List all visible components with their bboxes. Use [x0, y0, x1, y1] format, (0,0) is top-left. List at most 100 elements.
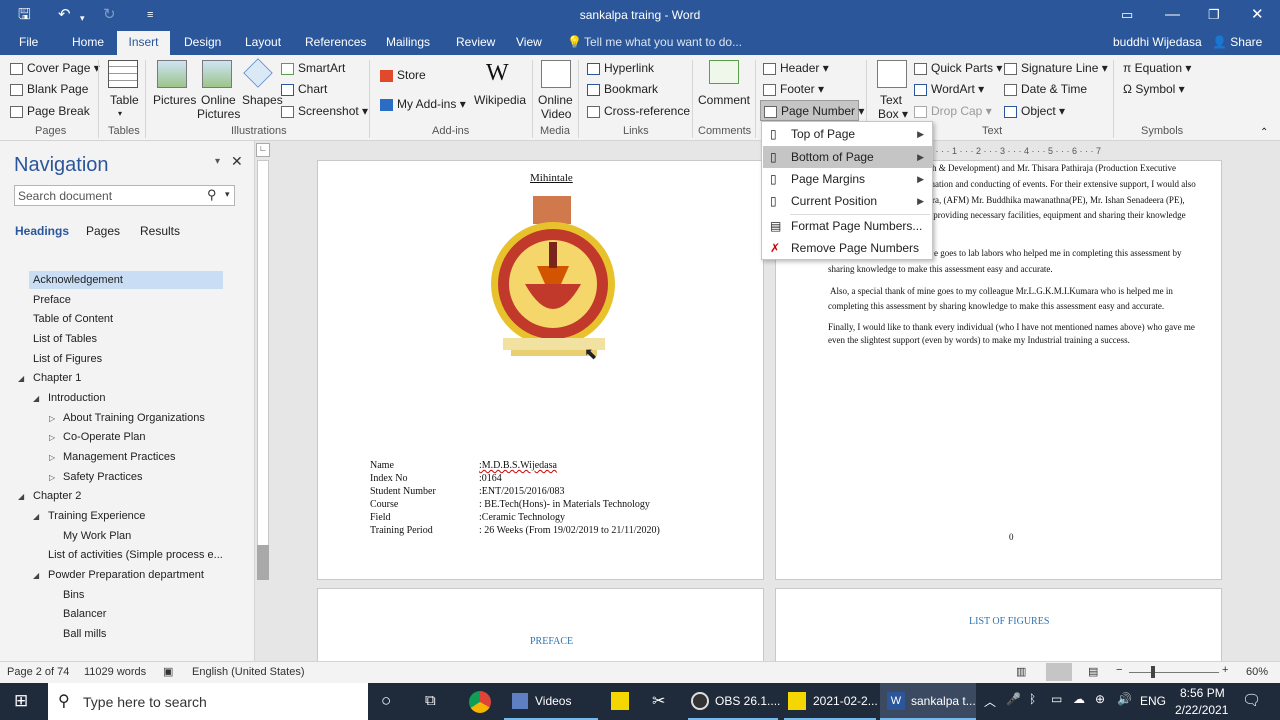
- tab-layout[interactable]: Layout: [245, 35, 281, 49]
- tab-selector-icon[interactable]: ∟: [256, 143, 270, 157]
- nav-heading-list-of-tables[interactable]: List of Tables: [33, 333, 97, 345]
- online-pictures-button[interactable]: Online: [201, 93, 236, 107]
- minimize-icon[interactable]: —: [1165, 5, 1180, 25]
- zoom-slider-thumb[interactable]: [1151, 666, 1155, 678]
- wikipedia-button[interactable]: Wikipedia: [474, 93, 526, 107]
- menu-item-format-page-numbers[interactable]: ▤ Format Page Numbers...: [763, 215, 932, 237]
- network-icon[interactable]: ⊕: [1095, 692, 1105, 706]
- page-break-button[interactable]: Page Break: [10, 104, 90, 118]
- show-hidden-icons[interactable]: ︿: [984, 693, 996, 710]
- onedrive-icon[interactable]: ☁: [1073, 692, 1085, 706]
- cortana-icon[interactable]: ○: [381, 691, 391, 711]
- menu-item-top-of-page[interactable]: ▯ Top of Page ▶: [763, 123, 932, 145]
- search-icon[interactable]: ⚲: [207, 187, 217, 203]
- bookmark-button[interactable]: Bookmark: [587, 82, 658, 96]
- nav-heading-about-training-organizations[interactable]: About Training Organizations: [63, 412, 205, 424]
- menu-item-bottom-of-page[interactable]: ▯ Bottom of Page ▶: [763, 146, 932, 168]
- language-status[interactable]: English (United States): [192, 666, 305, 678]
- taskbar-app-word[interactable]: W sankalpa t...: [880, 683, 976, 720]
- read-mode-icon[interactable]: ▥: [1016, 665, 1026, 678]
- hyperlink-button[interactable]: Hyperlink: [587, 61, 654, 75]
- expand-arrow-icon[interactable]: ▷: [49, 453, 55, 462]
- tab-references[interactable]: References: [305, 35, 366, 49]
- nav-heading-training-experience[interactable]: Training Experience: [48, 510, 145, 522]
- battery-icon[interactable]: ▭: [1051, 692, 1062, 706]
- share-button[interactable]: 👤 Share: [1212, 35, 1262, 49]
- zoom-slider[interactable]: [1129, 672, 1219, 673]
- cross-reference-button[interactable]: Cross-reference: [587, 104, 690, 118]
- smartart-button[interactable]: SmartArt: [281, 61, 345, 75]
- shapes-button[interactable]: Shapes: [242, 93, 283, 107]
- header-button[interactable]: Header ▾: [763, 61, 829, 75]
- page-number-button[interactable]: Page Number ▾: [760, 100, 864, 121]
- nav-heading-preface[interactable]: Preface: [33, 294, 71, 306]
- quick-parts-button[interactable]: Quick Parts ▾: [914, 61, 1002, 75]
- notifications-icon[interactable]: 🗨: [1242, 691, 1261, 709]
- nav-tab-headings[interactable]: Headings: [15, 224, 69, 238]
- table-dropdown-icon[interactable]: ▾: [118, 107, 122, 121]
- search-document-input[interactable]: Search document ⚲ ▾: [14, 185, 235, 206]
- blank-page-button[interactable]: Blank Page: [10, 82, 88, 96]
- taskbar-app-videos[interactable]: Videos: [504, 683, 598, 720]
- nav-heading-management-practices[interactable]: Management Practices: [63, 451, 176, 463]
- nav-heading-balancer[interactable]: Balancer: [63, 608, 106, 620]
- collapse-arrow-icon[interactable]: ◢: [18, 492, 24, 501]
- text-box-button[interactable]: Text: [880, 93, 902, 107]
- web-layout-icon[interactable]: ▤: [1088, 665, 1098, 678]
- date-time-button[interactable]: Date & Time: [1004, 82, 1087, 96]
- pictures-button[interactable]: Pictures: [153, 93, 196, 107]
- volume-icon[interactable]: 🔊: [1117, 692, 1132, 706]
- collapse-arrow-icon[interactable]: ◢: [18, 374, 24, 383]
- clock-date[interactable]: 2/22/2021: [1175, 703, 1228, 717]
- expand-arrow-icon[interactable]: ▷: [49, 473, 55, 482]
- store-button[interactable]: Store: [380, 68, 426, 82]
- print-layout-icon[interactable]: [1046, 663, 1072, 681]
- tab-view[interactable]: View: [516, 35, 542, 49]
- nav-heading-table-of-content[interactable]: Table of Content: [33, 313, 113, 325]
- collapse-arrow-icon[interactable]: ◢: [33, 394, 39, 403]
- nav-tab-results[interactable]: Results: [140, 224, 180, 238]
- expand-arrow-icon[interactable]: ▷: [49, 433, 55, 442]
- my-addins-button[interactable]: My Add-ins ▾: [380, 97, 466, 111]
- sticky-notes-icon[interactable]: [611, 692, 629, 710]
- task-view-icon[interactable]: ⧉: [425, 692, 436, 709]
- taskbar-app-obs[interactable]: OBS 26.1....: [688, 683, 780, 720]
- tab-review[interactable]: Review: [456, 35, 495, 49]
- word-count-status[interactable]: 11029 words: [84, 666, 146, 678]
- snipping-tool-icon[interactable]: ✂: [652, 691, 665, 711]
- nav-heading-powder-preparation[interactable]: Powder Preparation department: [48, 569, 204, 581]
- footer-button[interactable]: Footer ▾: [763, 82, 824, 96]
- nav-heading-introduction[interactable]: Introduction: [48, 392, 105, 404]
- maximize-icon[interactable]: ❐: [1208, 5, 1220, 25]
- nav-heading-ball-mills[interactable]: Ball mills: [63, 628, 106, 640]
- search-dropdown-icon[interactable]: ▾: [225, 189, 230, 200]
- collapse-arrow-icon[interactable]: ◢: [33, 571, 39, 580]
- proofing-icon[interactable]: ▣: [163, 665, 173, 678]
- nav-heading-chapter-2[interactable]: Chapter 2: [33, 490, 81, 502]
- taskbar-app-file[interactable]: 2021-02-2...: [784, 683, 878, 720]
- page-count-status[interactable]: Page 2 of 74: [7, 666, 69, 678]
- menu-item-remove-page-numbers[interactable]: ✗ Remove Page Numbers: [763, 237, 932, 259]
- screenshot-button[interactable]: Screenshot ▾: [281, 104, 368, 118]
- input-language[interactable]: ENG: [1140, 694, 1166, 708]
- ribbon-display-icon[interactable]: ▭: [1121, 5, 1133, 25]
- nav-heading-safety-practices[interactable]: Safety Practices: [63, 471, 142, 483]
- symbol-button[interactable]: Ω Symbol ▾: [1123, 82, 1185, 96]
- zoom-in-icon[interactable]: +: [1222, 664, 1228, 676]
- windows-start-icon[interactable]: ⊞: [14, 691, 28, 711]
- nav-heading-co-operate-plan[interactable]: Co-Operate Plan: [63, 431, 146, 443]
- object-button[interactable]: Object ▾: [1004, 104, 1065, 118]
- close-icon[interactable]: ✕: [1251, 5, 1264, 25]
- table-button[interactable]: Table: [110, 93, 139, 107]
- menu-item-current-position[interactable]: ▯ Current Position ▶: [763, 190, 932, 212]
- wordart-button[interactable]: WordArt ▾: [914, 82, 984, 96]
- nav-tab-pages[interactable]: Pages: [86, 224, 120, 238]
- tab-design[interactable]: Design: [184, 35, 221, 49]
- collapse-arrow-icon[interactable]: ◢: [33, 512, 39, 521]
- online-video-button[interactable]: Online: [538, 93, 573, 107]
- nav-heading-bins[interactable]: Bins: [63, 589, 84, 601]
- nav-close-icon[interactable]: ✕: [231, 153, 243, 170]
- chrome-icon[interactable]: [469, 691, 491, 713]
- chart-button[interactable]: Chart: [281, 82, 327, 96]
- collapse-ribbon-icon[interactable]: ⌃: [1260, 126, 1268, 140]
